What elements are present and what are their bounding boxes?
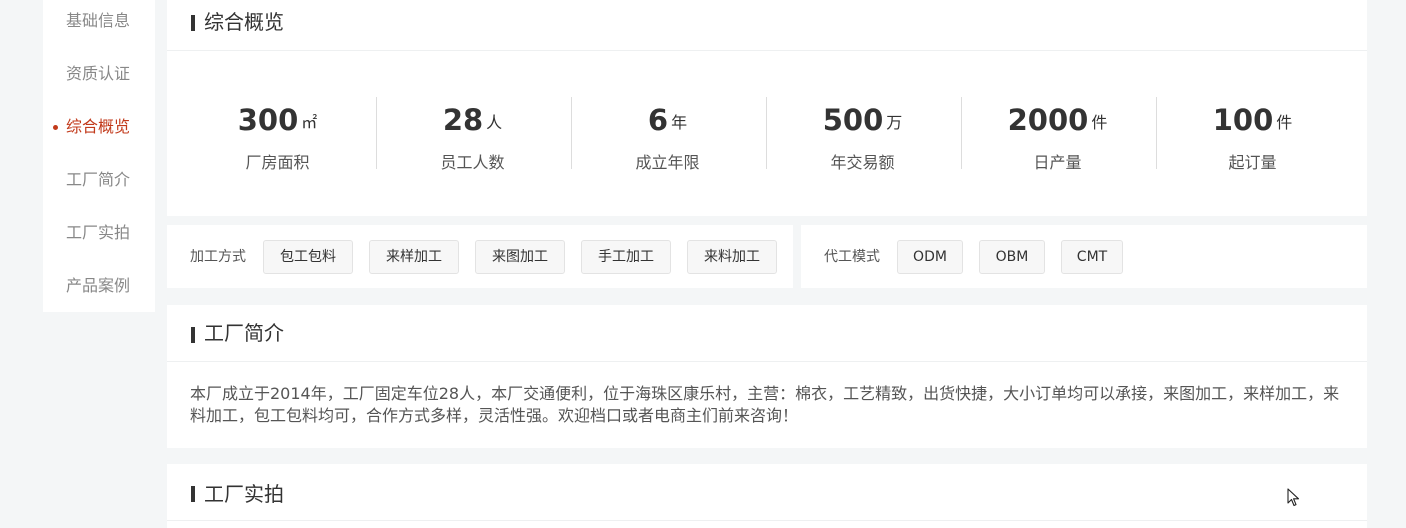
- factory-photos-panel: 工厂实拍: [167, 464, 1367, 528]
- factory-photos-title: 工厂实拍: [204, 482, 284, 506]
- sidebar-item-label: 综合概览: [66, 117, 131, 136]
- sidebar-item-factory-intro[interactable]: 工厂简介: [43, 168, 155, 192]
- stat-unit: 件: [1091, 113, 1108, 132]
- tag-oem[interactable]: OBM: [979, 240, 1045, 274]
- overview-panel: 综合概览 300 ㎡ 厂房面积 28 人 员工人数 6 年 成立年限 500 万…: [167, 0, 1367, 216]
- factory-photos-header: 工厂实拍: [167, 464, 1367, 521]
- stat-employees: 28 人 员工人数: [375, 96, 570, 172]
- tag-processing[interactable]: 手工加工: [581, 240, 671, 274]
- stat-years: 6 年 成立年限: [570, 96, 765, 172]
- factory-intro-panel: 工厂简介 本厂成立于2014年，工厂固定车位28人，本厂交通便利，位于海珠区康乐…: [167, 305, 1367, 448]
- stat-divider: [376, 97, 377, 169]
- stat-divider: [571, 97, 572, 169]
- stat-divider: [1156, 97, 1157, 169]
- sidebar-item-overview[interactable]: 综合概览: [43, 115, 155, 139]
- stat-label: 起订量: [1228, 153, 1277, 172]
- stat-value: 2000: [1007, 103, 1089, 137]
- stat-unit: 万: [886, 113, 903, 132]
- overview-header: 综合概览: [167, 0, 1367, 51]
- stat-value: 500: [822, 103, 884, 137]
- tag-oem[interactable]: CMT: [1061, 240, 1123, 274]
- stat-label: 厂房面积: [245, 153, 310, 172]
- stat-unit: 件: [1276, 113, 1293, 132]
- processing-methods-label: 加工方式: [190, 249, 246, 265]
- stat-value: 300: [237, 103, 299, 137]
- factory-intro-header: 工厂简介: [167, 305, 1367, 362]
- sidebar-item-factory-photos[interactable]: 工厂实拍: [43, 221, 155, 245]
- sidebar-item-basic-info[interactable]: 基础信息: [43, 9, 155, 33]
- stat-label: 年交易额: [830, 153, 895, 172]
- stat-label: 成立年限: [635, 153, 700, 172]
- stat-annual-volume: 500 万 年交易额: [765, 96, 960, 172]
- sidebar-item-product-cases[interactable]: 产品案例: [43, 274, 155, 298]
- tag-processing[interactable]: 来样加工: [369, 240, 459, 274]
- section-marker-icon: [191, 15, 195, 31]
- stat-unit: ㎡: [301, 113, 318, 132]
- stat-divider: [766, 97, 767, 169]
- oem-mode-panel: 代工模式 ODM OBM CMT: [801, 225, 1367, 288]
- stat-divider: [961, 97, 962, 169]
- overview-title: 综合概览: [204, 10, 284, 34]
- section-marker-icon: [191, 327, 195, 343]
- stat-unit: 人: [486, 113, 503, 132]
- stat-value: 28: [442, 103, 484, 137]
- sidebar-item-certification[interactable]: 资质认证: [43, 62, 155, 86]
- factory-intro-text: 本厂成立于2014年，工厂固定车位28人，本厂交通便利，位于海珠区康乐村，主营：…: [190, 384, 1340, 425]
- sidebar-nav: 基础信息 资质认证 综合概览 工厂简介 工厂实拍 产品案例: [43, 0, 155, 312]
- tag-processing[interactable]: 来料加工: [687, 240, 777, 274]
- tag-oem[interactable]: ODM: [897, 240, 963, 274]
- sidebar-item-label: 工厂简介: [66, 170, 131, 189]
- processing-methods-panel: 加工方式 包工包料 来样加工 来图加工 手工加工 来料加工: [167, 225, 793, 288]
- mouse-cursor-icon: [1287, 488, 1300, 507]
- stat-factory-area: 300 ㎡ 厂房面积: [180, 96, 375, 172]
- factory-intro-title: 工厂简介: [204, 321, 284, 345]
- stat-label: 员工人数: [440, 153, 505, 172]
- sidebar-item-label: 资质认证: [66, 64, 131, 83]
- tag-processing[interactable]: 包工包料: [263, 240, 353, 274]
- section-marker-icon: [191, 486, 195, 502]
- oem-mode-label: 代工模式: [824, 249, 880, 265]
- active-dot-icon: [53, 125, 58, 130]
- stats-row: 300 ㎡ 厂房面积 28 人 员工人数 6 年 成立年限 500 万 年交易额: [180, 96, 1350, 172]
- stat-unit: 年: [671, 113, 688, 132]
- stat-label: 日产量: [1033, 153, 1082, 172]
- sidebar-item-label: 产品案例: [66, 276, 131, 295]
- stat-value: 6: [647, 103, 669, 137]
- stat-value: 100: [1212, 103, 1274, 137]
- stat-min-order: 100 件 起订量: [1155, 96, 1350, 172]
- stat-daily-output: 2000 件 日产量: [960, 96, 1155, 172]
- tag-processing[interactable]: 来图加工: [475, 240, 565, 274]
- sidebar-item-label: 工厂实拍: [66, 223, 131, 242]
- sidebar-item-label: 基础信息: [66, 11, 131, 30]
